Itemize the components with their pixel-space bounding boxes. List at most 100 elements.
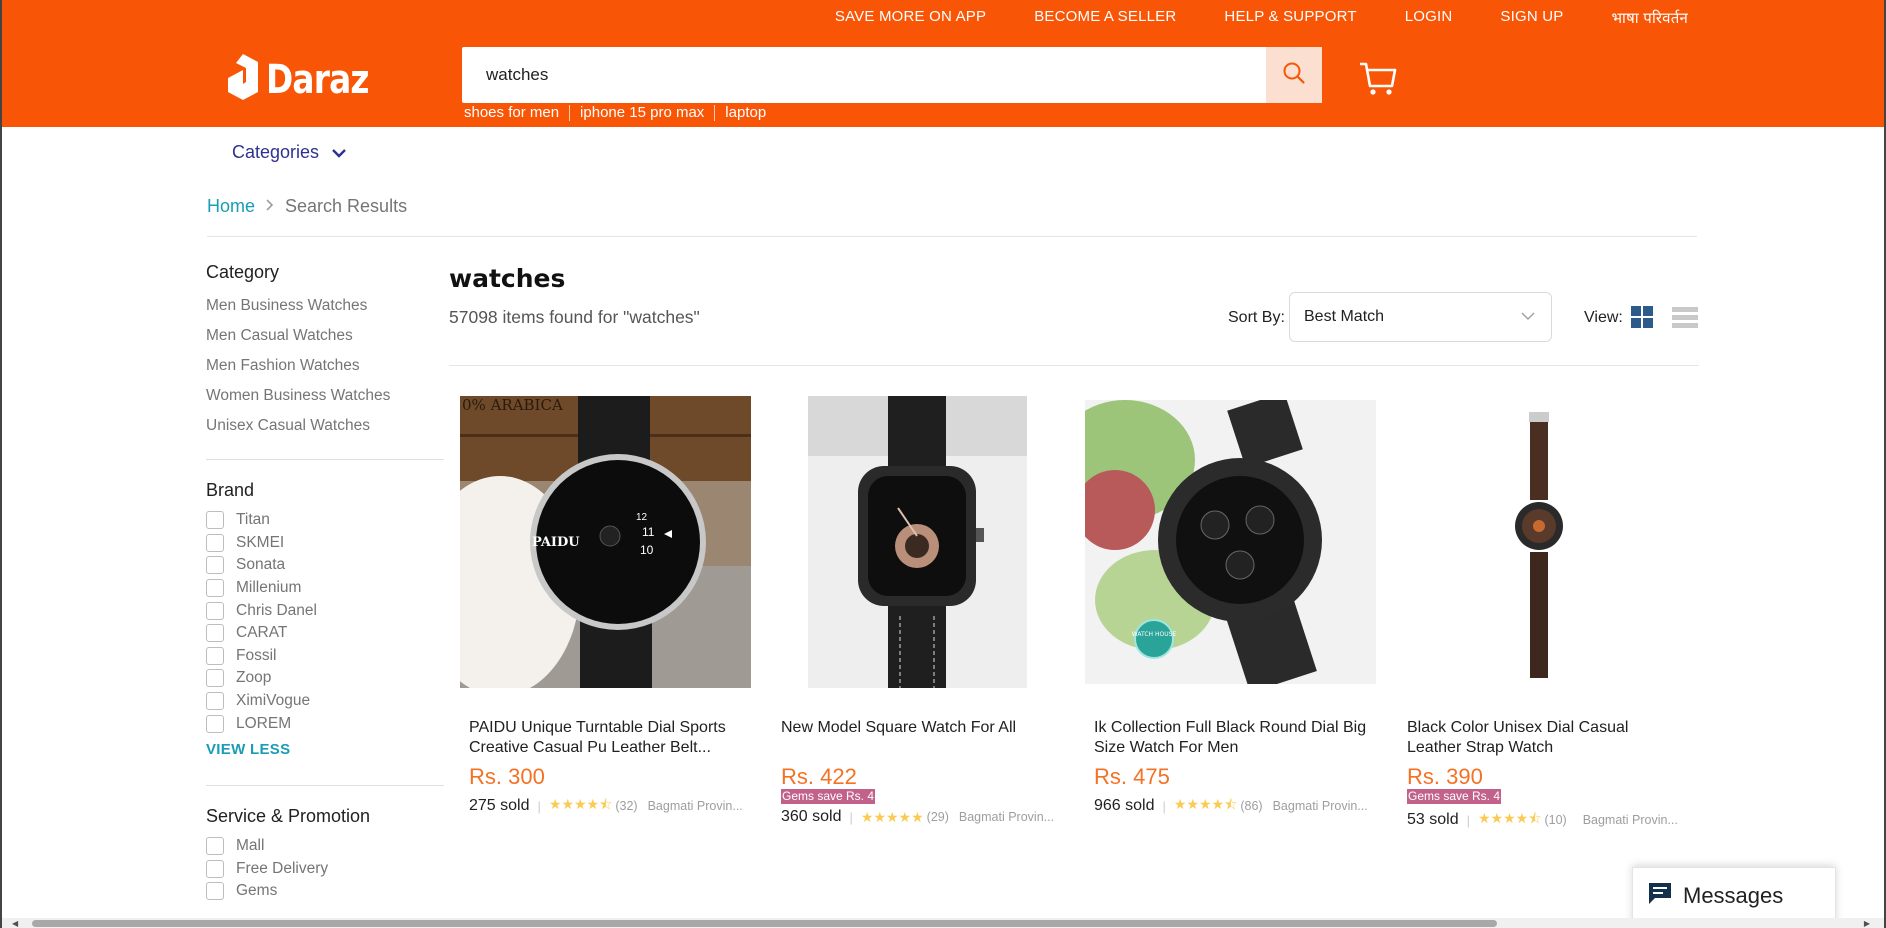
rating-stars: ★★★★⯪: [1477, 810, 1542, 826]
checkbox[interactable]: [206, 882, 224, 901]
brand-label: SKMEI: [236, 533, 285, 551]
checkbox[interactable]: [206, 511, 224, 530]
product-image[interactable]: [808, 396, 1027, 688]
messages-button[interactable]: Messages: [1632, 867, 1836, 925]
checkbox[interactable]: [206, 859, 224, 878]
divider: [206, 459, 444, 460]
horizontal-scrollbar[interactable]: ◀ ▶: [2, 918, 1884, 928]
service-filter-option[interactable]: Gems: [206, 880, 444, 903]
product-image-text: 0% ARABICA: [462, 396, 563, 414]
checkbox[interactable]: [206, 556, 224, 575]
categories-label: Categories: [232, 142, 320, 162]
list-view-button[interactable]: [1672, 307, 1698, 333]
categories-dropdown[interactable]: Categories: [232, 142, 347, 163]
service-filter-option[interactable]: Mall: [206, 835, 444, 858]
brand-filter-option[interactable]: CARAT: [206, 622, 444, 645]
brand-filter-option[interactable]: Sonata: [206, 554, 444, 577]
seller-location: Bagmati Provin...: [1582, 813, 1678, 827]
scrollbar-thumb[interactable]: [32, 920, 1497, 927]
product-image[interactable]: [1398, 412, 1689, 678]
brand-filter-option[interactable]: Fossil: [206, 645, 444, 668]
category-filter-item[interactable]: Unisex Casual Watches: [206, 411, 444, 441]
page-title: watches: [449, 264, 566, 293]
product-image-text: WATCH HOUSE: [1132, 631, 1177, 638]
logo-icon: [228, 54, 258, 105]
svg-text:12: 12: [636, 512, 648, 523]
scroll-left-arrow-icon[interactable]: ◀: [12, 919, 18, 928]
divider: [207, 236, 1697, 237]
sort-select[interactable]: Best Match: [1289, 292, 1552, 342]
checkbox[interactable]: [206, 837, 224, 856]
product-name[interactable]: Black Color Unisex Dial Casual Leather S…: [1407, 718, 1687, 758]
chevron-right-icon: [265, 196, 275, 217]
breadcrumb: Home Search Results: [207, 196, 407, 217]
product-meta: 360 sold | ★★★★★ (29) Bagmati Provin...: [781, 808, 1055, 825]
rating-stars: ★★★★★: [860, 808, 924, 825]
suggestion-link[interactable]: laptop: [714, 105, 776, 121]
checkbox[interactable]: [206, 692, 224, 711]
checkbox[interactable]: [206, 579, 224, 598]
product-name[interactable]: PAIDU Unique Turntable Dial Sports Creat…: [469, 718, 749, 758]
checkbox[interactable]: [206, 601, 224, 620]
checkbox[interactable]: [206, 646, 224, 665]
service-filter-option[interactable]: Free Delivery: [206, 858, 444, 881]
search-input[interactable]: [462, 47, 1266, 103]
rating-stars: ★★★★⯪: [1173, 796, 1238, 812]
category-filter-item[interactable]: Women Business Watches: [206, 381, 444, 411]
product-price: Rs. 300: [469, 764, 545, 789]
checkbox[interactable]: [206, 669, 224, 688]
product-image[interactable]: 0% ARABICA PAIDU 12 11 10: [460, 396, 751, 688]
chevron-down-icon: [1521, 308, 1535, 326]
chevron-down-icon: [331, 142, 347, 163]
brand-filter-option[interactable]: Millenium: [206, 577, 444, 600]
service-label: Mall: [236, 837, 265, 855]
daraz-logo[interactable]: Daraz: [228, 54, 391, 105]
brand-filter-option[interactable]: SKMEI: [206, 532, 444, 555]
product-name[interactable]: New Model Square Watch For All: [781, 718, 1061, 738]
signup-link[interactable]: SIGN UP: [1500, 8, 1563, 28]
product-name[interactable]: Ik Collection Full Black Round Dial Big …: [1094, 718, 1374, 758]
grid-view-button[interactable]: [1631, 306, 1654, 334]
view-less-button[interactable]: VIEW LESS: [206, 741, 444, 758]
category-filter-item[interactable]: Men Casual Watches: [206, 321, 444, 351]
language-switch-link[interactable]: भाषा परिवर्तन: [1611, 8, 1688, 28]
breadcrumb-home[interactable]: Home: [207, 196, 255, 217]
svg-text:10: 10: [640, 543, 654, 557]
brand-label: Titan: [236, 511, 270, 529]
brand-label: Sonata: [236, 556, 286, 574]
save-more-on-app-link[interactable]: SAVE MORE ON APP: [835, 8, 986, 28]
sold-count: 360 sold: [781, 808, 842, 825]
svg-text:11: 11: [642, 525, 655, 539]
help-support-link[interactable]: HELP & SUPPORT: [1224, 8, 1356, 28]
header: SAVE MORE ON APP BECOME A SELLER HELP & …: [2, 0, 1884, 127]
checkbox[interactable]: [206, 624, 224, 643]
checkbox[interactable]: [206, 714, 224, 733]
service-label: Free Delivery: [236, 859, 329, 877]
sort-label: Sort By:: [1228, 309, 1285, 326]
category-filter-title: Category: [206, 262, 280, 282]
cart-button[interactable]: [1358, 60, 1398, 101]
brand-filter-option[interactable]: LOREM: [206, 712, 444, 735]
brand-filter-option[interactable]: Titan: [206, 509, 444, 532]
brand-filter-option[interactable]: XimiVogue: [206, 690, 444, 713]
checkbox[interactable]: [206, 533, 224, 552]
suggestion-link[interactable]: shoes for men: [464, 105, 569, 121]
scroll-right-arrow-icon[interactable]: ▶: [1864, 919, 1870, 928]
brand-label: Millenium: [236, 579, 302, 597]
search-button[interactable]: [1266, 47, 1322, 103]
product-image[interactable]: WATCH HOUSE: [1085, 400, 1376, 684]
search-icon: [1282, 61, 1306, 90]
page: SAVE MORE ON APP BECOME A SELLER HELP & …: [0, 0, 1886, 928]
review-count: (32): [615, 799, 638, 813]
brand-filter-option[interactable]: Zoop: [206, 667, 444, 690]
category-filter-item[interactable]: Men Fashion Watches: [206, 351, 444, 381]
login-link[interactable]: LOGIN: [1405, 8, 1453, 28]
category-filter-item[interactable]: Men Business Watches: [206, 291, 444, 321]
product-price: Rs. 422: [781, 764, 857, 789]
brand-filter-option[interactable]: Chris Danel: [206, 599, 444, 622]
gems-badge: Gems save Rs. 4: [1407, 789, 1502, 804]
brand-label: LOREM: [236, 714, 292, 732]
suggestion-link[interactable]: iphone 15 pro max: [569, 105, 714, 121]
become-seller-link[interactable]: BECOME A SELLER: [1034, 8, 1176, 28]
rating-stars: ★★★★⯪: [548, 796, 613, 812]
